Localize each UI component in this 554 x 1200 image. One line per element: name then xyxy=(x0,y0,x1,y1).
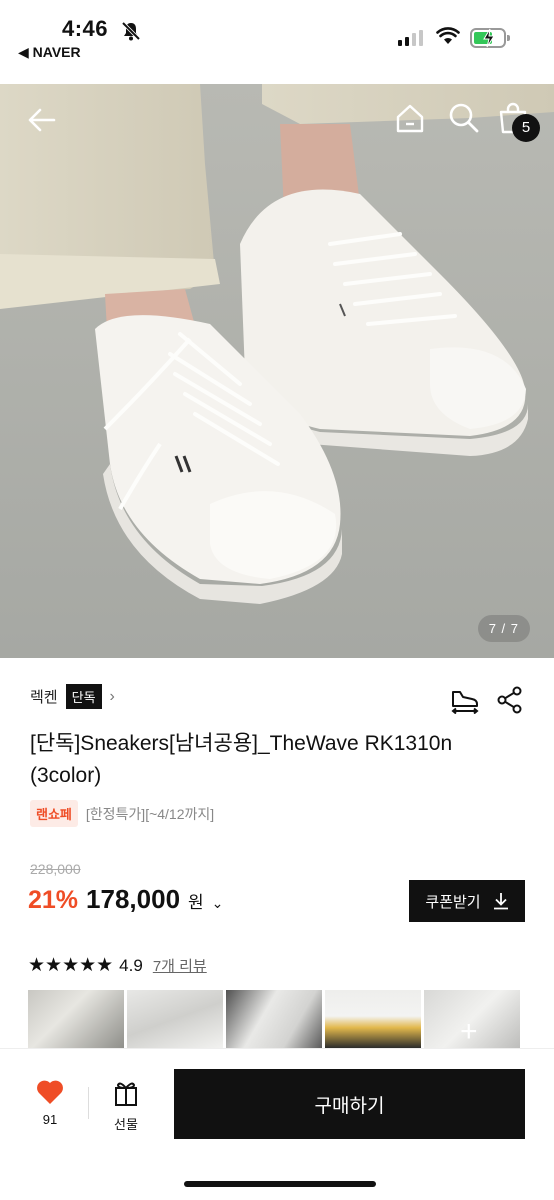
gallery-counter: 7 / 7 xyxy=(477,615,530,642)
chevron-down-icon[interactable]: ⌄ xyxy=(212,895,224,912)
event-text: [한정특가][~4/12까지] xyxy=(85,805,215,822)
review-thumbnail[interactable] xyxy=(127,990,223,1048)
exclusive-tag: 단독 xyxy=(65,684,102,709)
brand-name[interactable]: 렉켄 xyxy=(30,686,58,707)
battery-icon xyxy=(470,28,510,48)
review-thumbnail-more[interactable]: + xyxy=(424,990,520,1048)
gift-label: 선물 xyxy=(114,1117,138,1132)
wifi-icon xyxy=(436,27,460,44)
like-count: 91 xyxy=(42,1112,58,1127)
share-icon[interactable] xyxy=(496,686,524,714)
product-photo xyxy=(0,84,554,658)
original-price: 228,000 xyxy=(30,861,81,877)
divider xyxy=(88,1087,89,1119)
review-thumbnail[interactable] xyxy=(325,990,421,1048)
price-row[interactable]: 21% 178,000 원 ⌄ xyxy=(28,884,223,915)
star-rating-icon: ★★★★★ xyxy=(28,955,114,976)
search-icon[interactable] xyxy=(448,102,480,134)
gift-icon xyxy=(115,1082,137,1106)
bottom-action-bar: 91 선물 구매하기 xyxy=(0,1048,554,1200)
currency-label: 원 xyxy=(188,893,204,912)
product-title: [단독]Sneakers[남녀공용]_TheWave RK1310n (3col… xyxy=(30,732,453,787)
discount-rate: 21% xyxy=(28,886,79,914)
review-thumbnail[interactable] xyxy=(28,990,124,1048)
coupon-button-label: 쿠폰받기 xyxy=(425,893,481,911)
back-to-app-link[interactable]: ◀ NAVER xyxy=(18,44,81,61)
home-icon[interactable] xyxy=(394,102,426,134)
review-count-link[interactable]: 7개 리뷰 xyxy=(153,955,207,976)
review-thumbnail[interactable] xyxy=(226,990,322,1048)
back-arrow-icon[interactable] xyxy=(26,104,58,136)
gift-button[interactable]: 선물 xyxy=(108,1079,144,1133)
like-button[interactable]: 91 xyxy=(30,1079,70,1127)
rating-row: ★★★★★ 4.9 7개 리뷰 xyxy=(28,954,207,977)
review-photo-strip[interactable]: + xyxy=(28,990,520,1048)
status-time: 4:46 xyxy=(62,16,109,41)
bell-muted-icon xyxy=(121,21,141,41)
event-row: 랜쇼페 [한정특가][~4/12까지] xyxy=(30,800,214,827)
home-indicator xyxy=(184,1181,376,1187)
event-tag: 랜쇼페 xyxy=(30,800,78,827)
download-icon xyxy=(493,893,508,910)
cart-count-badge: 5 xyxy=(512,114,540,142)
brand-row[interactable]: 렉켄 단독 › xyxy=(30,684,115,709)
coupon-button[interactable]: 쿠폰받기 xyxy=(409,880,525,922)
chevron-right-icon: › xyxy=(109,687,115,705)
signal-icon xyxy=(398,30,423,46)
heart-icon xyxy=(37,1080,63,1104)
sneaker-size-icon[interactable] xyxy=(450,686,480,714)
status-bar: 4:46 ◀ NAVER xyxy=(0,0,554,84)
sale-price: 178,000 xyxy=(86,884,181,914)
buy-button[interactable]: 구매하기 xyxy=(174,1069,525,1139)
plus-icon: + xyxy=(460,1015,478,1048)
rating-score: 4.9 xyxy=(119,955,143,975)
product-image-gallery[interactable]: 5 7 / 7 xyxy=(0,84,554,658)
